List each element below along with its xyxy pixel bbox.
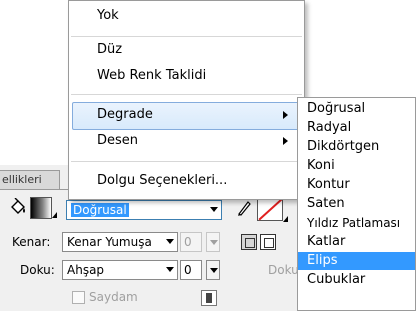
chevron-down-icon <box>210 207 218 212</box>
align-center-button[interactable] <box>260 234 276 250</box>
submenu-item-starburst[interactable]: Yıldız Patlaması <box>298 214 415 232</box>
background-canvas-right <box>305 0 416 100</box>
no-stroke-icon[interactable] <box>257 197 284 221</box>
submenu-item-contour[interactable]: Kontur <box>298 176 415 194</box>
fill-swatch-dropdown-icon <box>52 212 57 218</box>
submenu-arrow-icon <box>283 111 288 119</box>
texture-right-label: Doku <box>268 263 299 277</box>
menu-item-pattern[interactable]: Desen <box>97 132 138 150</box>
menu-item-fill-options[interactable]: Dolgu Seçenekleri... <box>97 172 227 190</box>
texture-preview-icon[interactable] <box>201 290 217 306</box>
edge-amount-stepper[interactable] <box>206 232 220 252</box>
texture-amount-stepper[interactable] <box>206 260 220 280</box>
submenu-arrow-icon <box>283 137 288 145</box>
fill-context-menu: Yok Düz Web Renk Taklidi Degrade Desen D… <box>68 0 305 200</box>
edge-value: Kenar Yumuşa <box>67 235 152 249</box>
texture-preview-fill <box>206 293 212 303</box>
edge-amount-field[interactable]: 0 <box>180 232 202 252</box>
fill-color-swatch[interactable] <box>30 197 52 219</box>
submenu-item-satin[interactable]: Saten <box>298 195 415 213</box>
chevron-down-icon <box>166 267 174 272</box>
menu-item-gradient[interactable]: Degrade <box>97 106 153 124</box>
gradient-submenu: Doğrusal Radyal Dikdörtgen Koni Kontur S… <box>297 97 416 311</box>
submenu-item-linear[interactable]: Doğrusal <box>298 100 415 118</box>
menu-item-none[interactable]: Yok <box>97 7 119 25</box>
submenu-item-radial[interactable]: Radyal <box>298 119 415 137</box>
menu-separator <box>71 94 302 95</box>
submenu-item-bars[interactable]: Cubuklar <box>298 271 415 289</box>
fill-type-select[interactable]: Doğrusal <box>66 200 222 220</box>
menu-item-solid[interactable]: Düz <box>97 41 122 59</box>
square-icon <box>264 238 274 248</box>
pencil-icon <box>236 199 252 217</box>
texture-amount-field[interactable]: 0 <box>180 260 202 280</box>
submenu-item-rectangle[interactable]: Dikdörtgen <box>298 138 415 156</box>
submenu-item-ellipse[interactable]: Elips <box>298 252 415 270</box>
transparent-checkbox[interactable] <box>72 291 85 304</box>
paint-bucket-icon <box>8 197 28 218</box>
align-inside-button[interactable] <box>241 234 257 250</box>
properties-tab-label: ellikleri <box>2 173 42 186</box>
chevron-down-icon <box>210 240 218 245</box>
transparent-label: Saydam <box>89 290 138 304</box>
chevron-down-icon <box>210 268 218 273</box>
stroke-swatch-dropdown-icon <box>283 216 288 222</box>
menu-item-web-dither[interactable]: Web Renk Taklidi <box>97 67 206 85</box>
texture-select[interactable]: Ahşap <box>62 260 178 280</box>
submenu-item-folds[interactable]: Katlar <box>298 233 415 251</box>
chevron-down-icon <box>166 239 174 244</box>
no-stroke-line <box>258 197 284 221</box>
submenu-item-cone[interactable]: Koni <box>298 157 415 175</box>
menu-separator <box>71 36 302 37</box>
edge-label: Kenar: <box>12 235 51 249</box>
fill-type-value: Doğrusal <box>71 203 129 217</box>
texture-label: Doku: <box>20 263 55 277</box>
square-icon <box>245 238 255 248</box>
menu-separator <box>71 161 302 162</box>
texture-value: Ahşap <box>67 263 105 277</box>
edge-select[interactable]: Kenar Yumuşa <box>62 232 178 252</box>
properties-tab[interactable]: ellikleri <box>0 170 60 190</box>
